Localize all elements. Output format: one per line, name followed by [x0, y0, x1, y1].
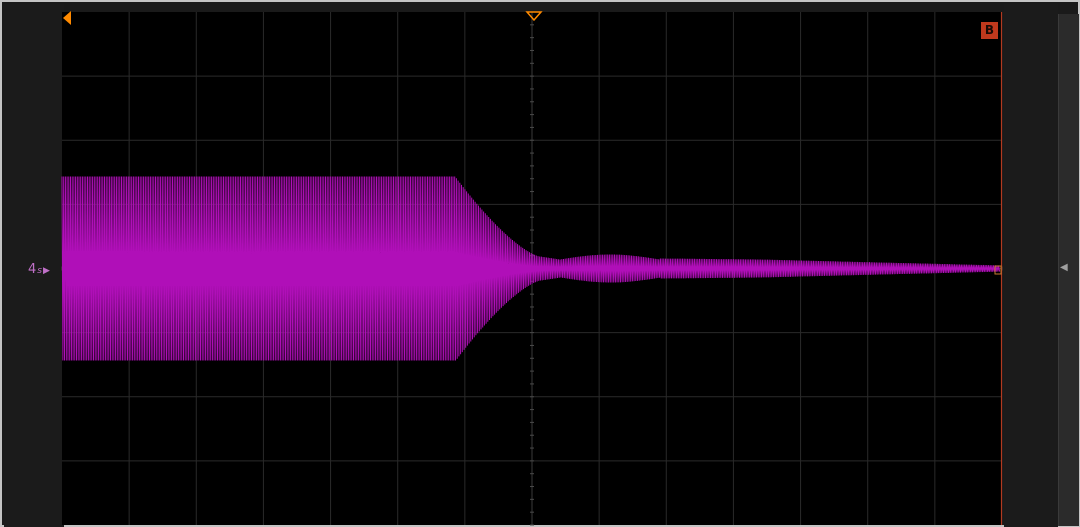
channel-number: 4: [28, 262, 37, 277]
cursor-b-marker[interactable]: B: [981, 22, 998, 39]
scope-display[interactable]: [0, 0, 1080, 527]
chevron-left-icon[interactable]: ◀: [1060, 262, 1068, 273]
channel-4-label[interactable]: 4 s ▶: [28, 262, 50, 279]
channel-subscript: s: [37, 266, 42, 276]
triangle-right-icon: ▶: [42, 266, 50, 276]
